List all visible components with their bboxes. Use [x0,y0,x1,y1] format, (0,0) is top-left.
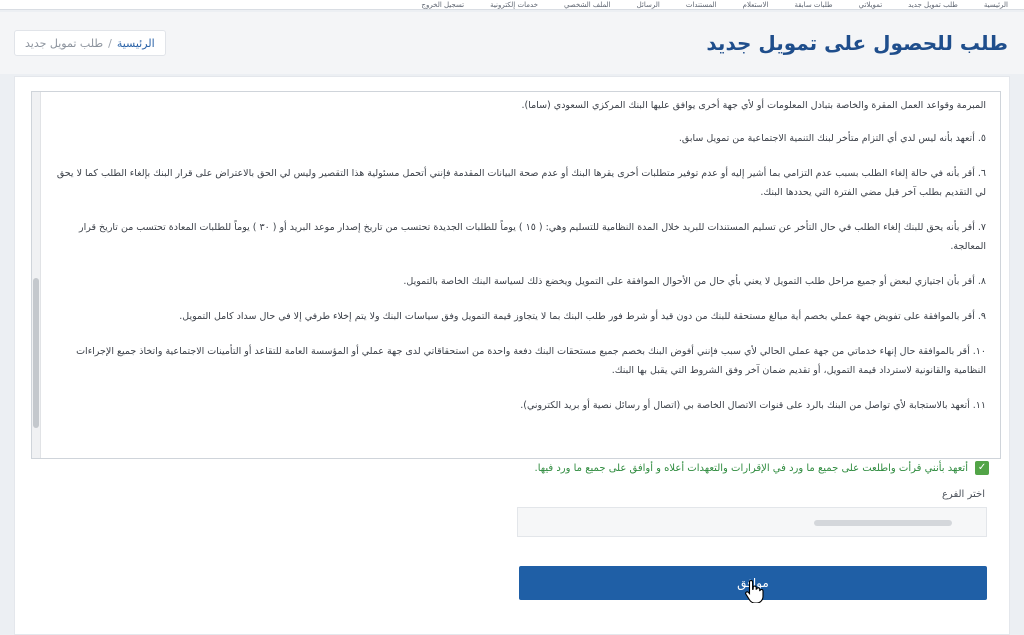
terms-box[interactable]: المبرمة وقواعد العمل المقرة والخاصة بتبا… [31,91,1001,459]
topnav-item[interactable]: طلب تمويل جديد [908,1,958,9]
term-item: ٧. أقر بأنه يحق للبنك إلغاء الطلب في حال… [79,222,986,252]
agreement-label[interactable]: أتعهد بأنني قرأت واطلعت على جميع ما ورد … [535,463,968,474]
term-item: ٩. أقر بالموافقة على تفويض جهة عملي بخصم… [179,311,986,322]
terms-scrollbar-thumb[interactable] [33,278,39,428]
term-item: المبرمة وقواعد العمل المقرة والخاصة بتبا… [521,100,986,111]
breadcrumb-home-link[interactable]: الرئيسية [117,37,155,50]
terms-content: المبرمة وقواعد العمل المقرة والخاصة بتبا… [50,96,986,431]
term-item: ٦. أقر بأنه في حالة إلغاء الطلب بسبب عدم… [56,168,986,198]
topnav-item[interactable]: المستندات [686,1,717,9]
topnav-item[interactable]: الاستعلام [743,1,769,9]
hand-cursor-icon [745,579,764,603]
topnav-item[interactable]: الرئيسية [984,1,1008,9]
main-panel: المبرمة وقواعد العمل المقرة والخاصة بتبا… [14,76,1010,635]
topnav-item[interactable]: تمويلاتي [859,1,883,9]
agreement-checkbox[interactable]: ✓ [975,461,989,475]
breadcrumb: الرئيسية / طلب تمويل جديد [14,30,166,56]
branch-select[interactable] [517,507,987,537]
top-navigation-bar: الرئيسية طلب تمويل جديد تمويلاتي طلبات س… [0,0,1024,10]
agreement-row: ✓ أتعهد بأنني قرأت واطلعت على جميع ما ور… [535,461,989,475]
topnav-item[interactable]: خدمات إلكترونية [490,1,538,9]
topnav-item[interactable]: الملف الشخصي [564,1,611,9]
topnav-item[interactable]: الرسائل [637,1,660,9]
topnav-item[interactable]: تسجيل الخروج [421,1,464,9]
page-header: طلب للحصول على تمويل جديد الرئيسية / طلب… [0,12,1024,74]
breadcrumb-separator: / [108,36,112,50]
branch-label: اختر الفرع [941,489,985,500]
page-title: طلب للحصول على تمويل جديد [706,31,1008,55]
terms-scrollbar[interactable] [32,92,41,458]
term-item: ١١. أتعهد بالاستجابة لأي تواصل من البنك … [520,400,986,411]
topnav-item[interactable]: طلبات سابقة [794,1,832,9]
breadcrumb-current: طلب تمويل جديد [25,36,104,50]
term-item: ٥. أتعهد بأنه ليس لدي أي التزام متأخر لب… [678,133,986,144]
term-item: ٨. أقر بأن اجتيازي لبعض أو جميع مراحل طل… [403,276,986,287]
term-item: ١٠. أقر بالموافقة حال إنهاء خدماتي من جه… [76,346,986,376]
branch-selected-value-blurred [814,520,952,526]
